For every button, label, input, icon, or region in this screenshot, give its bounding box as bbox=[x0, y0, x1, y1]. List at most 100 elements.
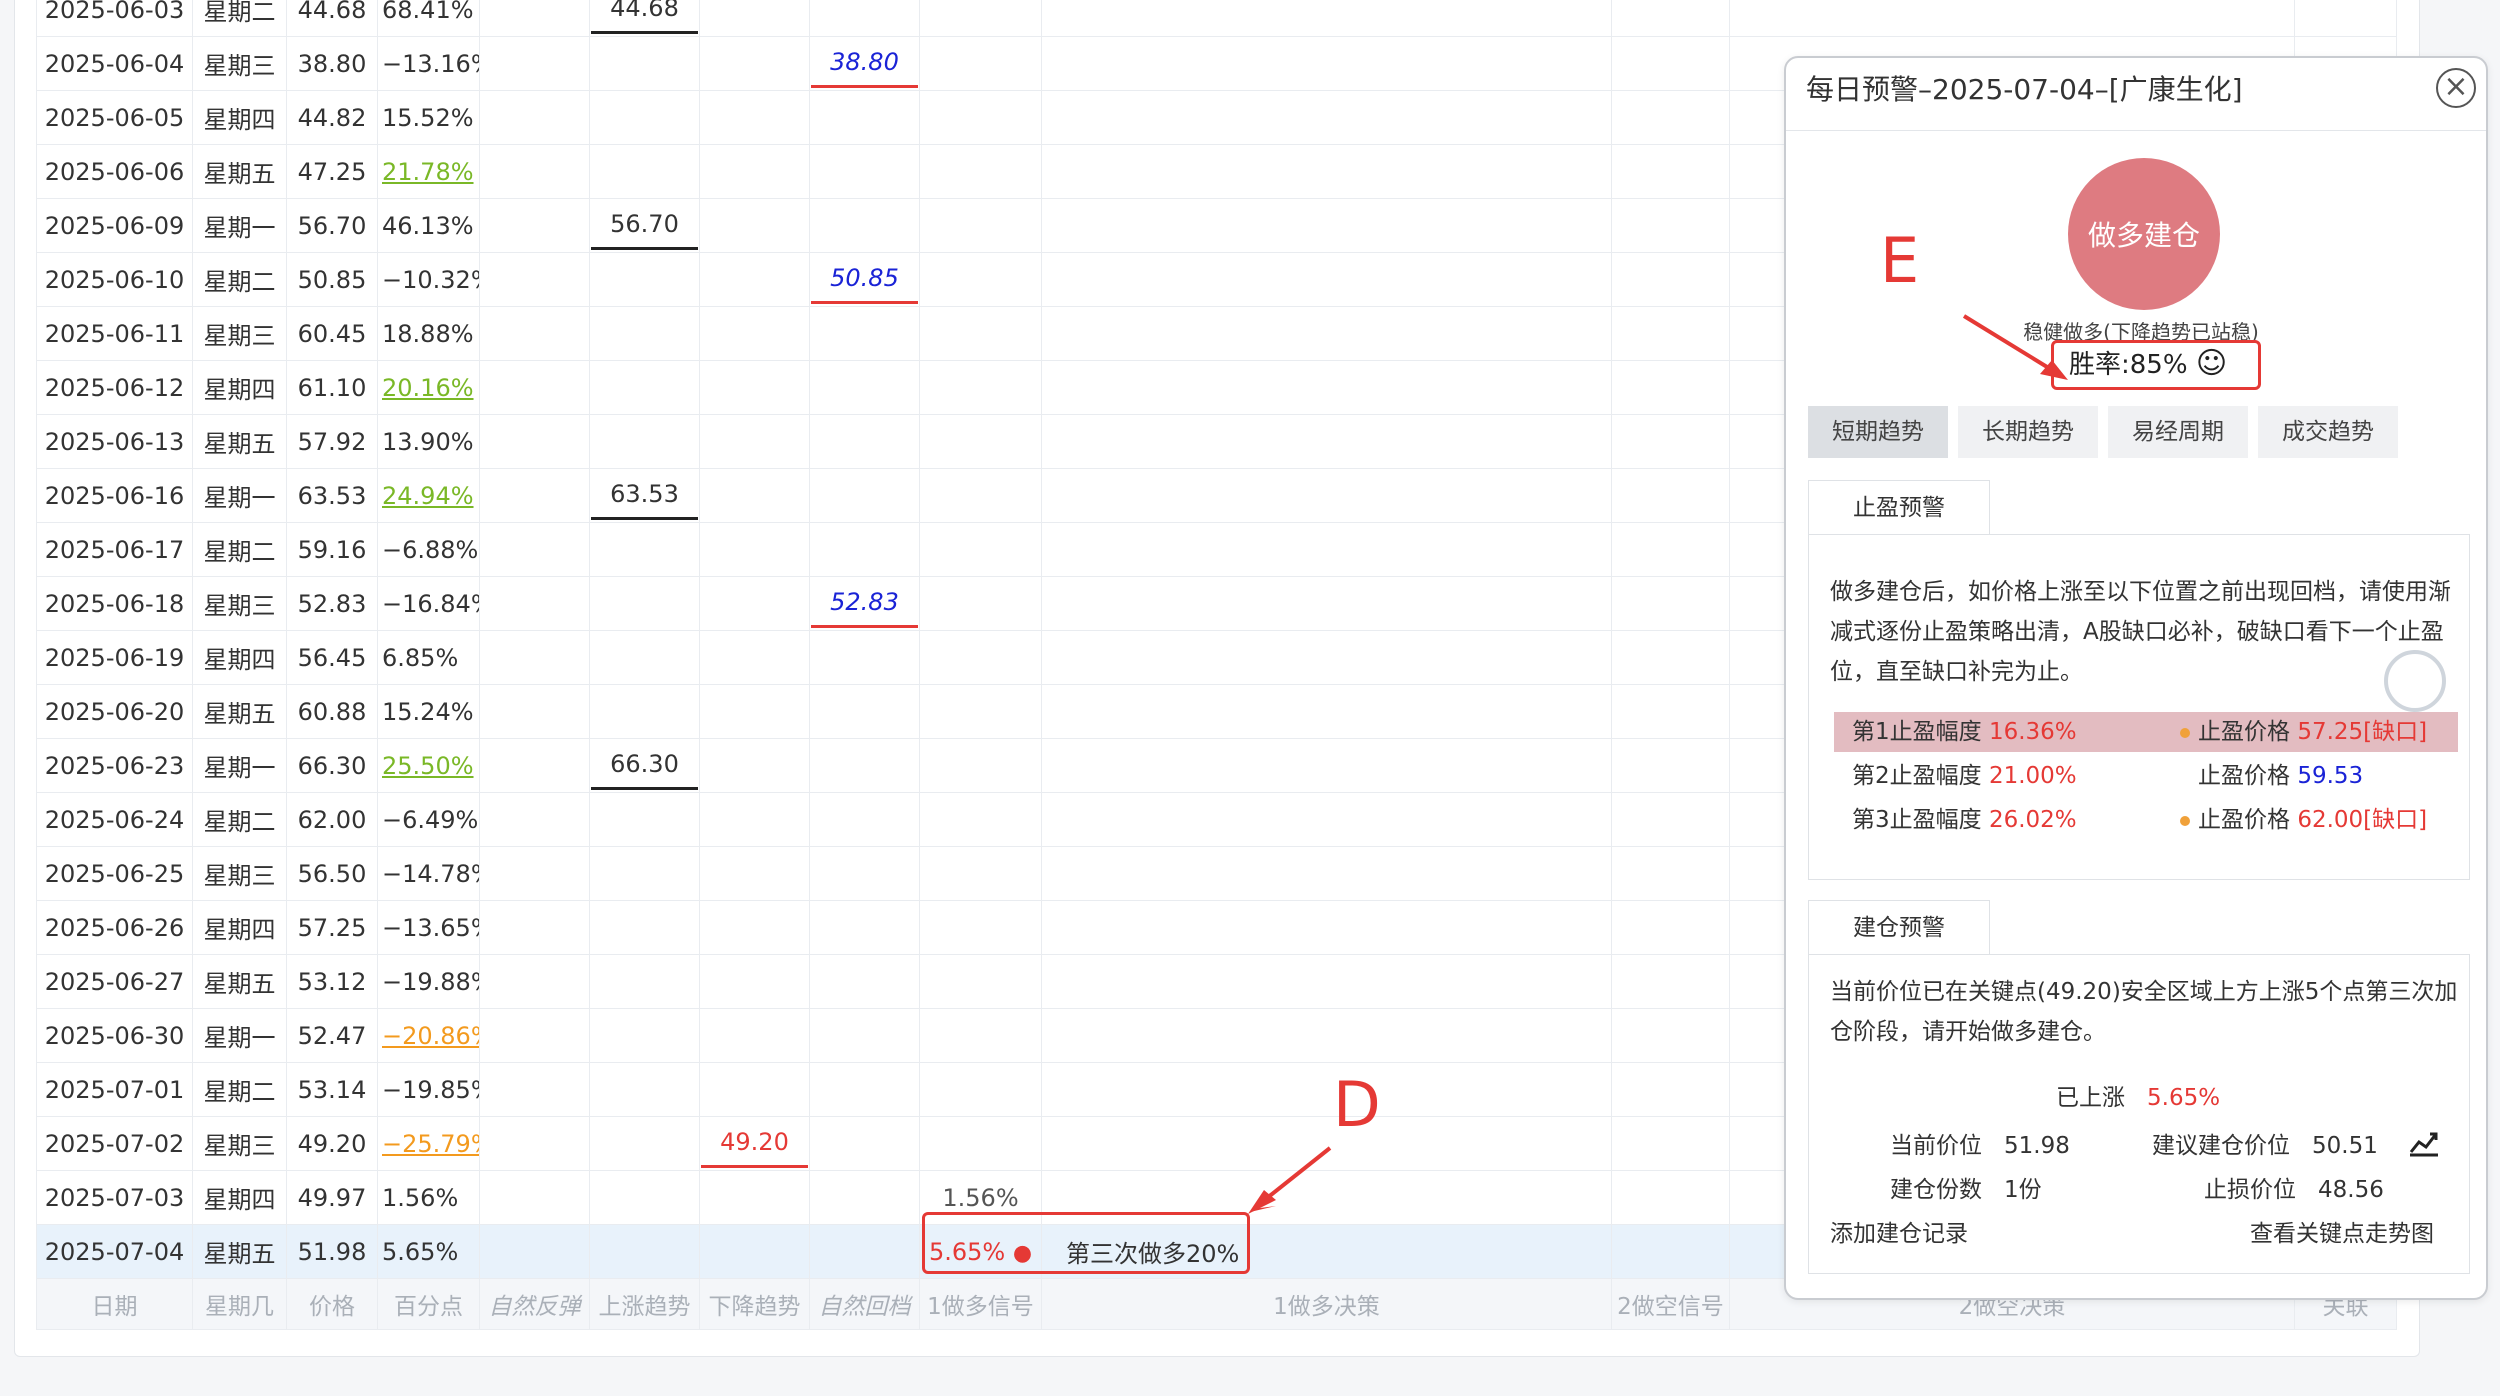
cell-uptrend: 44.68 bbox=[589, 0, 700, 37]
cell-long-signal bbox=[919, 252, 1042, 307]
cell-downtrend bbox=[699, 954, 810, 1009]
cell-uptrend bbox=[589, 144, 700, 199]
cell-pullback bbox=[809, 1170, 920, 1225]
cell-date: 2025-06-10 bbox=[36, 252, 193, 307]
cell-short-signal bbox=[1611, 306, 1730, 361]
cell-downtrend bbox=[699, 1224, 810, 1279]
footer-header[interactable]: 百分点 bbox=[377, 1278, 480, 1330]
cell-rebound bbox=[479, 36, 590, 91]
cell-percent: 21.78% bbox=[377, 144, 480, 199]
cell-date: 2025-06-04 bbox=[36, 36, 193, 91]
cell-uptrend: 56.70 bbox=[589, 198, 700, 253]
cell-date: 2025-06-11 bbox=[36, 306, 193, 361]
footer-header[interactable]: 1做多信号 bbox=[919, 1278, 1042, 1330]
cell-percent: 6.85% bbox=[377, 630, 480, 685]
cell-rebound bbox=[479, 1062, 590, 1117]
current-price: 当前价位 51.98 bbox=[1890, 1133, 2070, 1159]
cell-long-signal bbox=[919, 414, 1042, 469]
cell-rebound bbox=[479, 252, 590, 307]
footer-header[interactable]: 自然回档 bbox=[809, 1278, 920, 1330]
cell-short-signal bbox=[1611, 36, 1730, 91]
cell-pullback bbox=[809, 360, 920, 415]
cell-uptrend bbox=[589, 90, 700, 145]
cell-date: 2025-06-18 bbox=[36, 576, 193, 631]
cell-short-signal bbox=[1611, 1116, 1730, 1171]
add-record-link[interactable]: 添加建仓记录 bbox=[1830, 1214, 1968, 1248]
footer-header[interactable]: 下降趋势 bbox=[699, 1278, 810, 1330]
cell-weekday: 星期一 bbox=[192, 1008, 287, 1063]
cell-price: 52.83 bbox=[286, 576, 378, 631]
footer-header[interactable]: 价格 bbox=[286, 1278, 378, 1330]
cell-uptrend bbox=[589, 846, 700, 901]
cell-long-decision bbox=[1041, 36, 1612, 91]
trend-chart-icon[interactable] bbox=[2408, 1128, 2440, 1158]
cell-long-decision bbox=[1041, 468, 1612, 523]
close-icon[interactable]: × bbox=[2436, 68, 2476, 108]
cell-rebound bbox=[479, 90, 590, 145]
cell-date: 2025-06-30 bbox=[36, 1008, 193, 1063]
footer-header[interactable]: 1做多决策 bbox=[1041, 1278, 1612, 1330]
cell-long-decision bbox=[1041, 1008, 1612, 1063]
cell-long-signal bbox=[919, 306, 1042, 361]
cell-downtrend bbox=[699, 306, 810, 361]
footer-header[interactable]: 日期 bbox=[36, 1278, 193, 1330]
footer-header[interactable]: 2做空信号 bbox=[1611, 1278, 1730, 1330]
cell-rebound bbox=[479, 1116, 590, 1171]
view-chart-link[interactable]: 查看关键点走势图 bbox=[2250, 1214, 2434, 1248]
cell-pullback bbox=[809, 738, 920, 793]
tab-long-term[interactable]: 长期趋势 bbox=[1958, 406, 2098, 458]
cell-uptrend bbox=[589, 900, 700, 955]
annotation-label-d: D bbox=[1333, 1068, 1381, 1141]
cell-uptrend bbox=[589, 252, 700, 307]
cell-pullback bbox=[809, 684, 920, 739]
cell-price: 63.53 bbox=[286, 468, 378, 523]
cell-date: 2025-06-09 bbox=[36, 198, 193, 253]
cell-price: 57.25 bbox=[286, 900, 378, 955]
tab-short-term[interactable]: 短期趋势 bbox=[1808, 406, 1948, 458]
build-text: 当前价位已在关键点(49.20)安全区域上方上涨5个点第三次加仓阶段，请开始做多… bbox=[1830, 979, 2458, 1045]
cell-price: 56.50 bbox=[286, 846, 378, 901]
cell-date: 2025-07-04 bbox=[36, 1224, 193, 1279]
cell-pullback: 50.85 bbox=[809, 252, 920, 307]
cell-long-decision bbox=[1041, 306, 1612, 361]
watermark-icon bbox=[2384, 650, 2446, 712]
cell-percent: −20.86% bbox=[377, 1008, 480, 1063]
cell-uptrend bbox=[589, 306, 700, 361]
cell-date: 2025-06-12 bbox=[36, 360, 193, 415]
cell-uptrend bbox=[589, 1116, 700, 1171]
cell-uptrend bbox=[589, 360, 700, 415]
cell-pullback: 38.80 bbox=[809, 36, 920, 91]
cell-short-signal bbox=[1611, 792, 1730, 847]
cell-rebound bbox=[479, 738, 590, 793]
cell-weekday: 星期四 bbox=[192, 1170, 287, 1225]
cell-pullback bbox=[809, 414, 920, 469]
cell-price: 57.92 bbox=[286, 414, 378, 469]
tab-volume-trend[interactable]: 成交趋势 bbox=[2258, 406, 2398, 458]
cell-rebound bbox=[479, 576, 590, 631]
cell-long-signal bbox=[919, 522, 1042, 577]
cell-long-signal bbox=[919, 198, 1042, 253]
tab-iching-cycle[interactable]: 易经周期 bbox=[2108, 406, 2248, 458]
cell-price: 53.12 bbox=[286, 954, 378, 1009]
footer-header[interactable]: 星期几 bbox=[192, 1278, 287, 1330]
cell-downtrend bbox=[699, 360, 810, 415]
cell-long-signal bbox=[919, 1116, 1042, 1171]
cell-uptrend: 63.53 bbox=[589, 468, 700, 523]
cell-uptrend bbox=[589, 1062, 700, 1117]
cell-price: 56.45 bbox=[286, 630, 378, 685]
tab-take-profit[interactable]: 止盈预警 bbox=[1808, 480, 1990, 535]
footer-header[interactable]: 上涨趋势 bbox=[589, 1278, 700, 1330]
cell-uptrend bbox=[589, 1008, 700, 1063]
cell-percent: 18.88% bbox=[377, 306, 480, 361]
cell-pullback bbox=[809, 90, 920, 145]
cell-long-decision bbox=[1041, 900, 1612, 955]
cell-pullback bbox=[809, 792, 920, 847]
footer-header[interactable]: 自然反弹 bbox=[479, 1278, 590, 1330]
tab-build-position[interactable]: 建仓预警 bbox=[1808, 900, 1990, 955]
cell-uptrend bbox=[589, 1170, 700, 1225]
cell-long-signal bbox=[919, 468, 1042, 523]
cell-short-signal bbox=[1611, 1170, 1730, 1225]
cell-pullback bbox=[809, 1008, 920, 1063]
daily-alert-panel: 每日预警–2025-07-04–[广康生化] × 做多建仓 E 稳健做多(下降趋… bbox=[1784, 56, 2488, 1300]
cell-date: 2025-07-02 bbox=[36, 1116, 193, 1171]
